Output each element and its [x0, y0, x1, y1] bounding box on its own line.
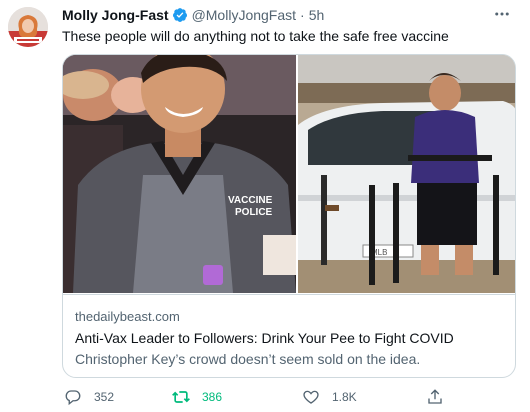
card-description: Christopher Key’s crowd doesn’t seem sol…	[75, 351, 421, 367]
retweet-button[interactable]: 386	[170, 386, 222, 408]
verified-badge-icon	[172, 7, 188, 23]
reply-button[interactable]: 352	[62, 386, 114, 408]
heart-icon	[300, 386, 322, 408]
retweet-icon	[170, 386, 192, 408]
share-button[interactable]	[424, 386, 446, 408]
author-name[interactable]: Molly Jong-Fast	[62, 7, 169, 23]
avatar[interactable]	[8, 7, 48, 47]
share-icon	[424, 386, 446, 408]
tweet-actions: 352 386 1.8K	[56, 386, 476, 408]
link-card[interactable]: VACCINE POLICE MLB thedailybeast.com Ant…	[62, 54, 516, 378]
separator-dot: ·	[300, 7, 305, 23]
card-image[interactable]: VACCINE POLICE MLB	[63, 55, 515, 293]
reply-icon	[62, 386, 84, 408]
timestamp[interactable]: 5h	[309, 7, 325, 23]
card-domain: thedailybeast.com	[75, 309, 180, 324]
tweet-text: These people will do anything not to tak…	[62, 28, 449, 44]
shirt-text-line2: POLICE	[235, 207, 273, 218]
card-title: Anti-Vax Leader to Followers: Drink Your…	[75, 330, 454, 346]
card-info[interactable]: thedailybeast.com Anti-Vax Leader to Fol…	[63, 294, 515, 377]
tweet-header: Molly Jong-Fast @MollyJongFast · 5h	[62, 6, 514, 24]
author-handle[interactable]: @MollyJongFast	[192, 7, 296, 23]
reply-count: 352	[94, 390, 115, 404]
like-button[interactable]: 1.8K	[300, 386, 357, 408]
retweet-count: 386	[202, 390, 223, 404]
shirt-text-line1: VACCINE	[228, 195, 273, 206]
tweet[interactable]: Molly Jong-Fast @MollyJongFast · 5h Thes…	[0, 0, 530, 412]
more-horizontal-icon[interactable]	[490, 2, 514, 26]
like-count: 1.8K	[332, 390, 357, 404]
